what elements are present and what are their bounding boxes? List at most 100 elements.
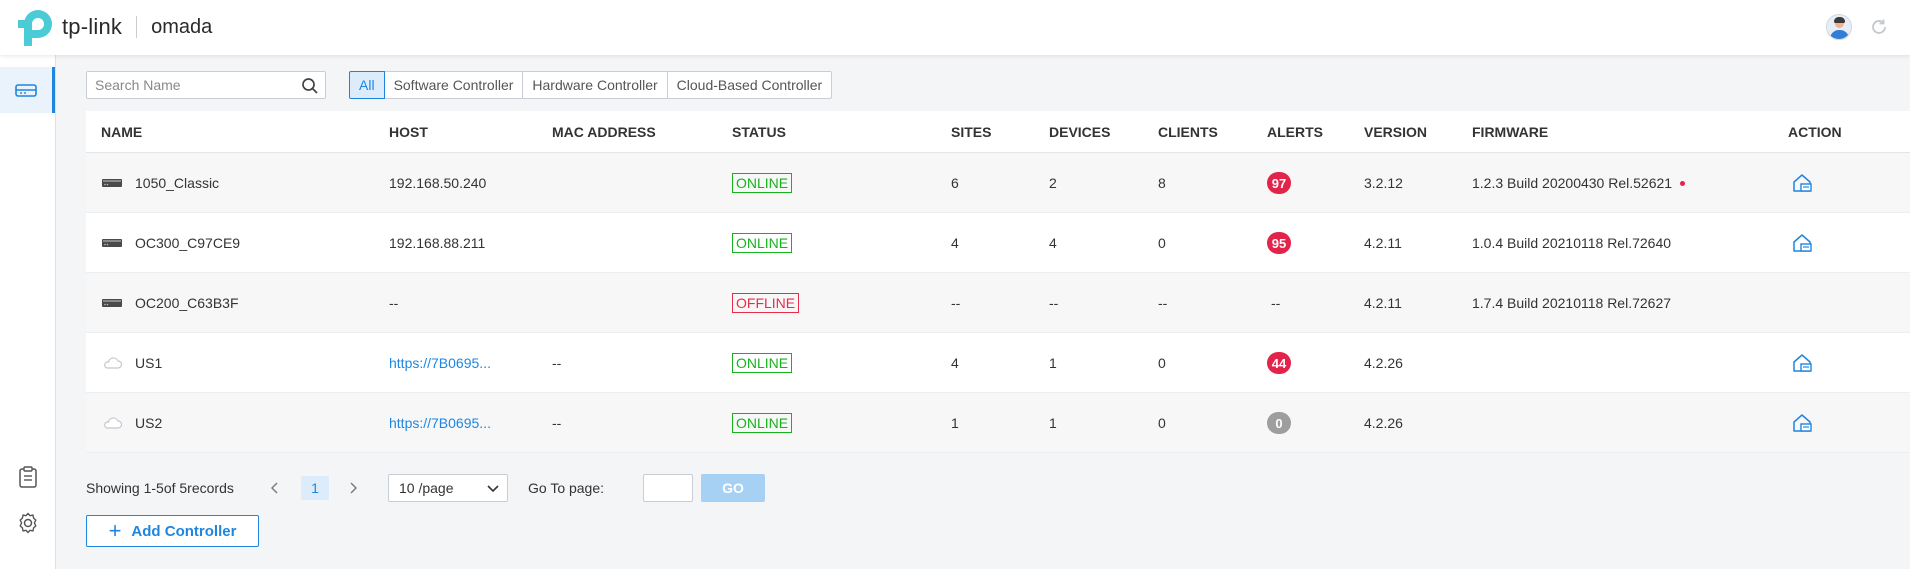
top-header: tp-link omada	[0, 0, 1910, 55]
cloud-controller-icon	[104, 417, 123, 429]
cloud-controller-icon	[104, 357, 123, 369]
cell-mac: --	[552, 355, 562, 371]
goto-page-input[interactable]	[643, 474, 693, 502]
table-row[interactable]: 1050_Classic 192.168.50.240 ONLINE 6 2 8 97 3.2…	[86, 153, 1910, 213]
column-header-action: ACTION	[1788, 124, 1842, 140]
launch-controller-icon[interactable]	[1791, 232, 1813, 254]
column-header-version[interactable]: VERSION	[1364, 111, 1427, 153]
cell-sites: 4	[951, 235, 959, 251]
next-page-icon[interactable]	[342, 477, 364, 499]
alert-count-badge[interactable]: 97	[1267, 172, 1291, 194]
column-header-status[interactable]: STATUS	[732, 111, 786, 153]
sidebar-item-controllers[interactable]	[0, 67, 55, 113]
page-size-select[interactable]: 10 /page	[388, 474, 508, 502]
hardware-controller-icon	[102, 179, 122, 187]
user-avatar-icon[interactable]	[1826, 14, 1852, 40]
cell-sites: 1	[951, 415, 959, 431]
cell-host: https://7B0695...	[389, 333, 491, 393]
cell-sites: 6	[951, 175, 959, 191]
cell-devices: 1	[1049, 415, 1057, 431]
column-header-clients[interactable]: CLIENTS	[1158, 111, 1218, 153]
alert-count-badge[interactable]: 0	[1267, 412, 1291, 434]
hardware-controller-icon	[102, 239, 122, 247]
cell-version: 4.2.11	[1364, 235, 1402, 251]
firmware-version: 1.0.4 Build 20210118 Rel.72640	[1472, 235, 1672, 251]
page-number-1[interactable]: 1	[301, 476, 329, 500]
plus-icon: +	[108, 518, 122, 543]
cell-sites: 4	[951, 355, 959, 371]
table-row[interactable]: OC300_C97CE9 192.168.88.211 ONLINE 4 4 0 95 4.2…	[86, 213, 1910, 273]
filter-all[interactable]: All	[349, 71, 385, 99]
table-row[interactable]: US1 https://7B0695... -- ONLINE 4 1 0 44 4.2.26	[86, 333, 1910, 393]
controller-name: OC300_C97CE9	[135, 235, 241, 251]
sidebar-item-settings[interactable]	[0, 500, 55, 546]
cell-devices: 4	[1049, 235, 1057, 251]
search-box	[86, 71, 326, 99]
firmware-version: 1.2.3 Build 20200430 Rel.52621	[1472, 175, 1673, 191]
tp-link-logo-icon	[18, 7, 58, 47]
cell-name: US2	[101, 393, 162, 453]
launch-controller-icon[interactable]	[1791, 172, 1813, 194]
column-header-firmware[interactable]: FIRMWARE	[1472, 111, 1548, 153]
controller-name: 1050_Classic	[135, 175, 220, 191]
host-text: --	[389, 295, 399, 311]
column-header-host[interactable]: HOST	[389, 111, 428, 153]
refresh-icon[interactable]	[1866, 14, 1892, 40]
launch-controller-icon[interactable]	[1791, 412, 1813, 434]
host-text: 192.168.50.240	[389, 175, 487, 191]
table-header: NAME HOST MAC ADDRESS STATUS SITES DEVIC…	[86, 111, 1910, 153]
cell-host: 192.168.88.211	[389, 213, 485, 273]
chevron-down-icon	[487, 485, 499, 493]
alert-count-badge[interactable]: 44	[1267, 352, 1291, 374]
controller-name: US2	[135, 415, 163, 431]
column-header-name[interactable]: NAME	[101, 111, 142, 153]
records-summary: Showing 1-5of 5records	[86, 480, 234, 496]
status-badge: ONLINE	[732, 353, 793, 373]
table-row[interactable]: OC200_C63B3F -- OFFLINE -- -- -- -- 4.2.11 1.7.4…	[86, 273, 1910, 333]
prev-page-icon[interactable]	[264, 477, 286, 499]
hardware-controller-icon	[102, 299, 122, 307]
cell-devices: --	[1049, 295, 1059, 311]
cell-action	[1791, 333, 1813, 393]
cell-status: OFFLINE	[732, 273, 800, 333]
launch-controller-icon[interactable]	[1791, 352, 1813, 374]
add-controller-button[interactable]: + Add Controller	[86, 515, 259, 547]
column-header-devices[interactable]: DEVICES	[1049, 111, 1110, 153]
cell-version: 4.2.26	[1364, 415, 1403, 431]
column-header-mac[interactable]: MAC ADDRESS	[552, 111, 656, 153]
gear-icon	[19, 512, 36, 534]
cell-mac: --	[552, 415, 562, 431]
cell-alerts: 95	[1267, 213, 1291, 273]
search-input[interactable]	[87, 77, 292, 93]
page-size-value: 10 /page	[399, 480, 454, 496]
filter-software-controller[interactable]: Software Controller	[383, 71, 524, 99]
sidebar-item-logs[interactable]	[0, 454, 55, 500]
main-content: All Software Controller Hardware Control…	[57, 55, 1910, 569]
product-name: omada	[151, 15, 213, 38]
clipboard-icon	[18, 466, 37, 488]
logo-divider	[136, 16, 138, 38]
cell-devices: 2	[1049, 175, 1057, 191]
firmware-version: 1.7.4 Build 20210118 Rel.72627	[1472, 295, 1672, 311]
cell-version: 3.2.12	[1364, 175, 1403, 191]
host-link[interactable]: https://7B0695...	[389, 355, 491, 371]
table-body: 1050_Classic 192.168.50.240 ONLINE 6 2 8 97 3.2…	[86, 153, 1910, 453]
cell-name: 1050_Classic	[101, 153, 219, 213]
filter-hardware-controller[interactable]: Hardware Controller	[522, 71, 668, 99]
controller-type-filter: All Software Controller Hardware Control…	[349, 71, 833, 99]
cell-devices: 1	[1049, 355, 1057, 371]
filter-cloud-based-controller[interactable]: Cloud-Based Controller	[666, 71, 833, 99]
pagination: Showing 1-5of 5records 1 10 /page Go To …	[86, 473, 886, 503]
status-badge: ONLINE	[732, 173, 793, 193]
alert-count-badge[interactable]: 95	[1267, 232, 1291, 254]
search-icon[interactable]	[301, 77, 319, 95]
go-button[interactable]: GO	[701, 474, 765, 502]
column-header-alerts[interactable]: ALERTS	[1267, 111, 1323, 153]
goto-page-label: Go To page:	[528, 480, 605, 496]
table-row[interactable]: US2 https://7B0695... -- ONLINE 1 1 0 0 4.2.26	[86, 393, 1910, 453]
status-badge: ONLINE	[732, 413, 793, 433]
column-header-sites[interactable]: SITES	[951, 111, 991, 153]
host-link[interactable]: https://7B0695...	[389, 415, 491, 431]
cell-host: https://7B0695...	[389, 393, 491, 453]
cell-firmware: 1.2.3 Build 20200430 Rel.52621	[1472, 153, 1686, 213]
